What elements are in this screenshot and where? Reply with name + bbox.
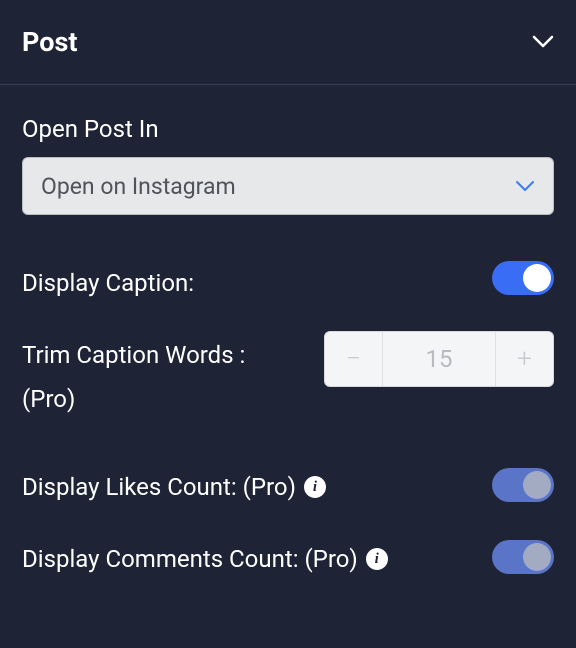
toggle-knob [523, 471, 551, 499]
open-post-in-select-wrap: Open on Instagram [22, 157, 554, 215]
display-likes-toggle[interactable] [492, 468, 554, 502]
trim-caption-stepper[interactable]: − 15 + [324, 331, 554, 387]
display-comments-label: Display Comments Count: (Pro) i [22, 535, 388, 577]
display-likes-row: Display Likes Count: (Pro) i [22, 463, 554, 505]
display-caption-toggle[interactable] [492, 261, 554, 295]
stepper-decrement-button[interactable]: − [325, 332, 383, 386]
display-comments-row: Display Comments Count: (Pro) i [22, 535, 554, 577]
info-icon[interactable]: i [366, 548, 388, 570]
open-post-in-value: Open on Instagram [41, 173, 236, 200]
display-likes-label: Display Likes Count: (Pro) i [22, 463, 326, 505]
trim-caption-label-line2: (Pro) [22, 381, 302, 417]
display-caption-row: Display Caption: [22, 259, 554, 301]
display-caption-label: Display Caption: [22, 259, 194, 301]
stepper-increment-button[interactable]: + [495, 332, 553, 386]
panel-title: Post [22, 26, 77, 58]
open-post-in-label: Open Post In [22, 115, 554, 143]
toggle-knob [523, 264, 551, 292]
display-comments-toggle[interactable] [492, 540, 554, 574]
panel-header[interactable]: Post [0, 0, 576, 85]
open-post-in-select[interactable]: Open on Instagram [22, 157, 554, 215]
display-likes-label-text: Display Likes Count: (Pro) [22, 469, 296, 505]
info-icon[interactable]: i [304, 476, 326, 498]
trim-caption-label-line1: Trim Caption Words : [22, 337, 245, 373]
stepper-value[interactable]: 15 [383, 332, 495, 386]
trim-caption-label: Trim Caption Words : (Pro) [22, 331, 302, 417]
panel-content: Open Post In Open on Instagram Display C… [0, 85, 576, 577]
chevron-down-icon [515, 177, 535, 196]
collapse-chevron-icon[interactable] [532, 31, 554, 53]
toggle-knob [523, 543, 551, 571]
trim-caption-row: Trim Caption Words : (Pro) − 15 + [22, 331, 554, 417]
display-comments-label-text: Display Comments Count: (Pro) [22, 541, 358, 577]
